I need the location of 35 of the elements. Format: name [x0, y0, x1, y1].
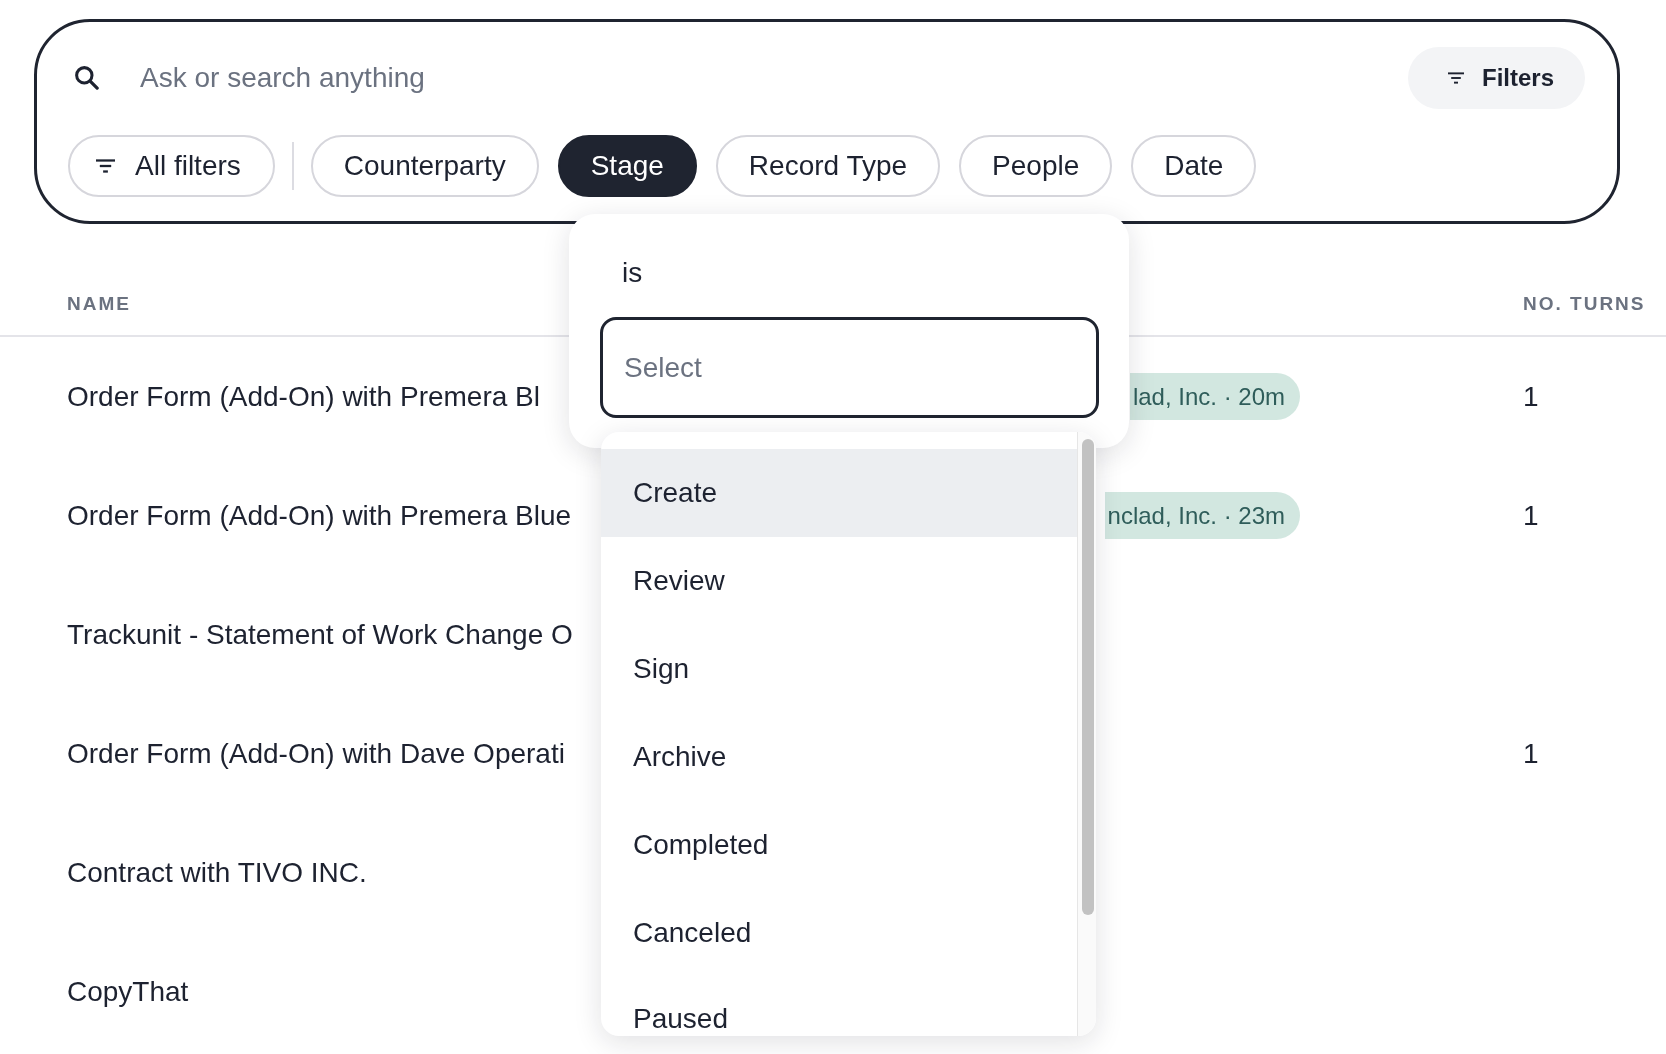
- filter-chip[interactable]: People: [959, 135, 1113, 197]
- filter-icon: [1447, 72, 1464, 84]
- document-name[interactable]: Order Form (Add-On) with Premera Bl: [67, 380, 540, 412]
- stage-option[interactable]: Canceled: [601, 889, 1077, 977]
- filter-chip[interactable]: Date: [1131, 135, 1257, 197]
- search-icon: [75, 66, 99, 90]
- stage-option[interactable]: Create: [601, 449, 1077, 537]
- search-field[interactable]: Ask or search anything: [140, 58, 1388, 98]
- all-filters-button[interactable]: All filters: [68, 135, 275, 197]
- column-header: NO. TURNS: [1522, 292, 1646, 315]
- operator-label: is: [621, 256, 643, 290]
- select-field[interactable]: Select: [600, 317, 1099, 418]
- company-tag: nclad, Inc. · 23m: [1104, 492, 1300, 539]
- filters-button[interactable]: Filters: [1407, 47, 1585, 109]
- stage-option[interactable]: Archive: [601, 713, 1077, 801]
- stage-option[interactable]: Sign: [601, 625, 1077, 713]
- turns-count: 1: [1523, 737, 1539, 769]
- filter-chip[interactable]: Record Type: [715, 135, 941, 197]
- document-name[interactable]: Trackunit - Statement of Work Change O: [67, 618, 573, 650]
- stage-option[interactable]: Paused: [601, 977, 1077, 1036]
- filter-chip[interactable]: Counterparty: [310, 135, 539, 197]
- column-header: NAME: [67, 292, 131, 315]
- filter-icon: [96, 159, 115, 173]
- company-tag: lad, Inc. · 20m: [1129, 373, 1300, 420]
- stage-option[interactable]: Completed: [601, 801, 1077, 889]
- stage-option[interactable]: Review: [601, 537, 1077, 625]
- document-name[interactable]: CopyThat: [67, 975, 189, 1007]
- document-name[interactable]: Contract with TIVO INC.: [67, 856, 367, 888]
- document-name[interactable]: Order Form (Add-On) with Premera Blue: [67, 499, 572, 531]
- scrollbar-thumb[interactable]: [1082, 439, 1094, 915]
- scrollbar-track[interactable]: [1077, 432, 1096, 1036]
- filter-chip[interactable]: Stage: [557, 135, 697, 197]
- turns-count: 1: [1523, 499, 1539, 531]
- document-name[interactable]: Order Form (Add-On) with Dave Operati: [67, 737, 565, 769]
- turns-count: 1: [1523, 380, 1539, 412]
